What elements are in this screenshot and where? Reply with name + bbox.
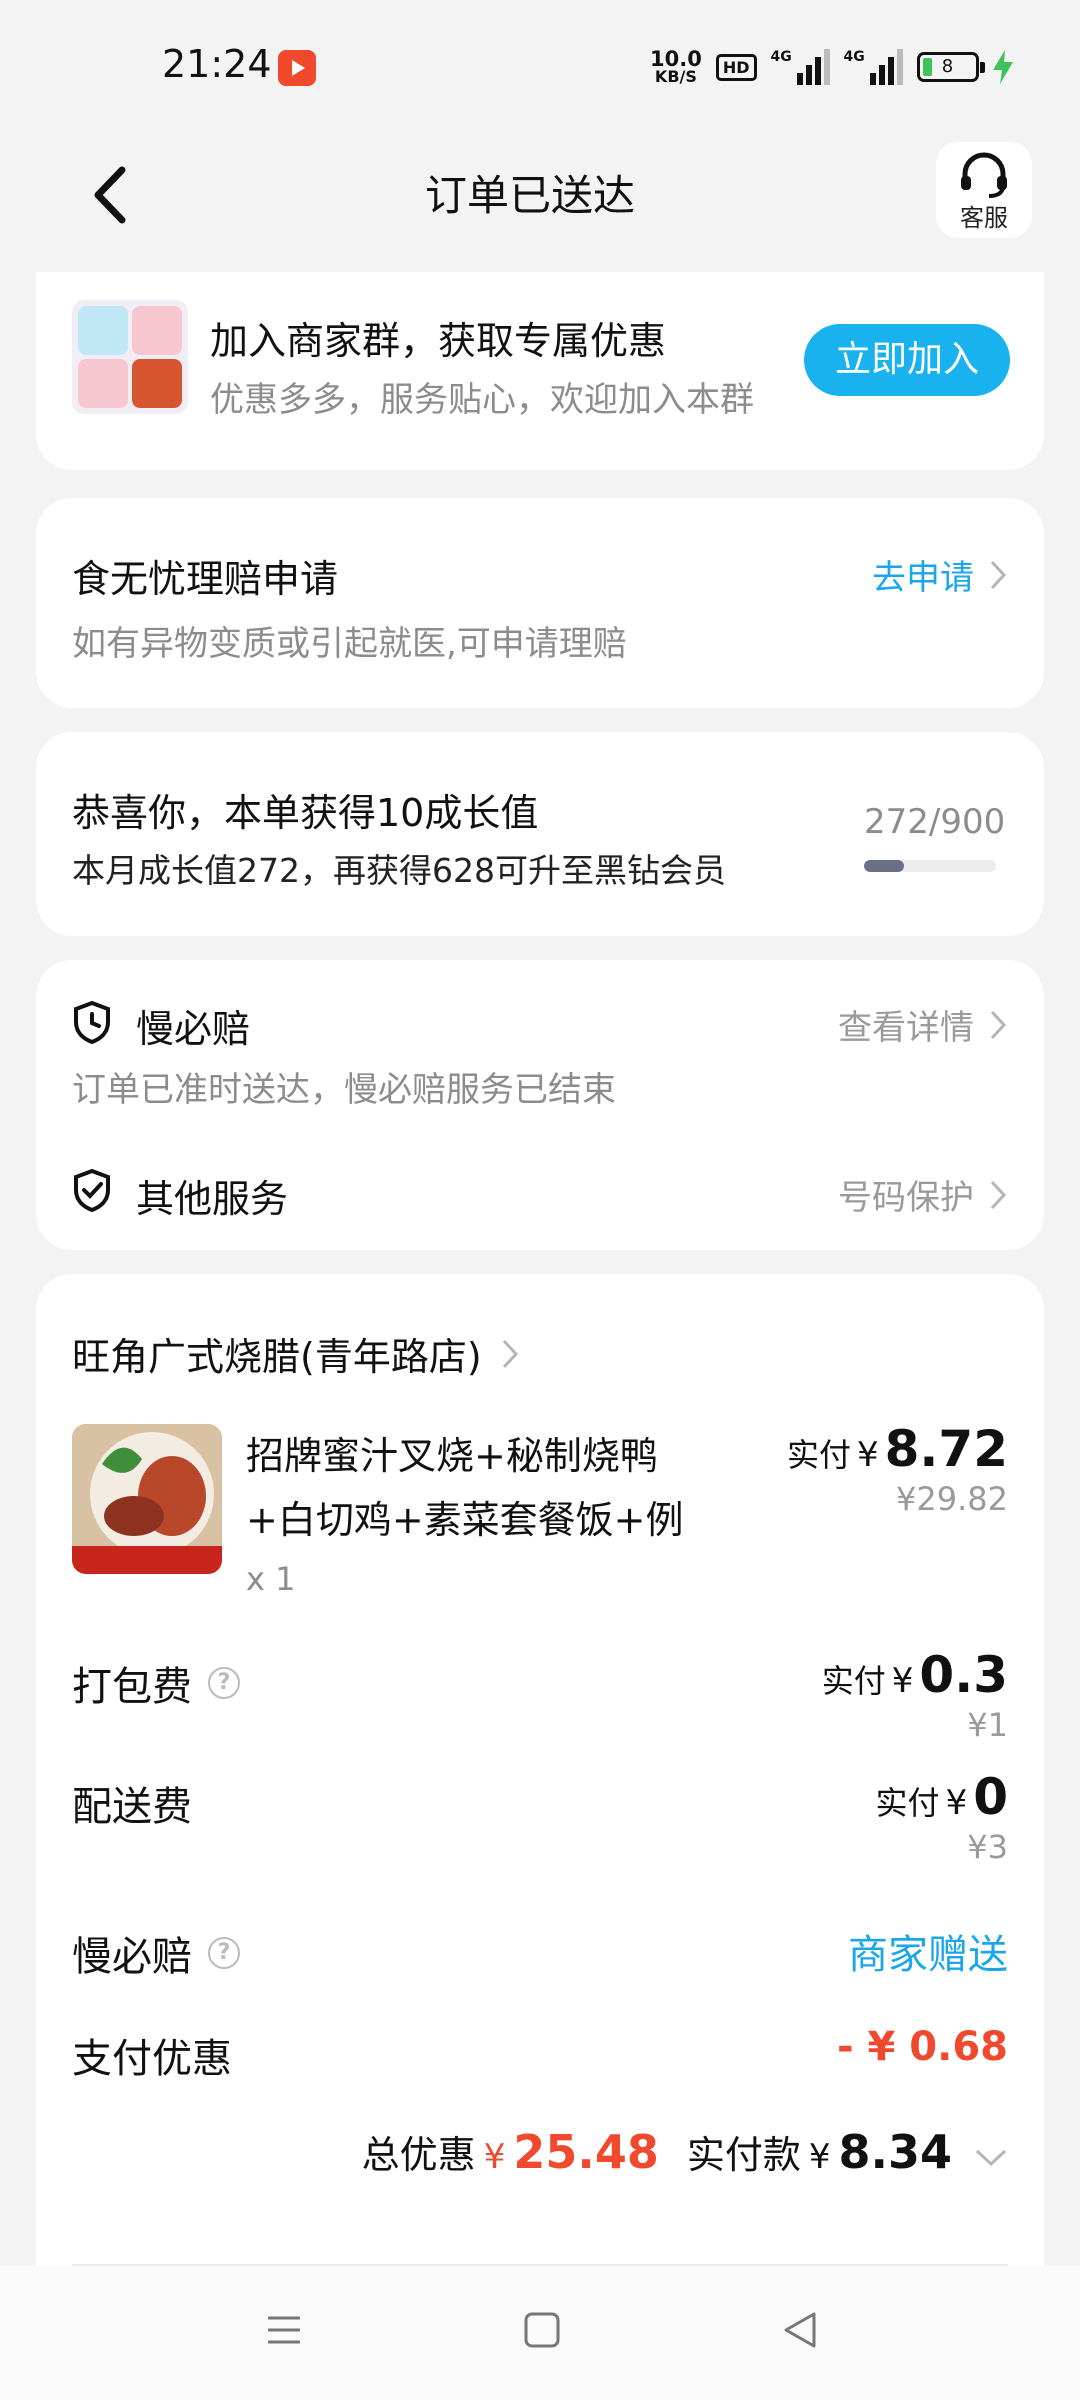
- customer-service-label: 客服: [960, 204, 1008, 232]
- slow-pay-details-label: 查看详情: [838, 1008, 974, 1048]
- delivery-fee-original: ¥3: [967, 1828, 1008, 1866]
- shield-check-icon: [74, 1168, 110, 1212]
- system-navigation-bar: [0, 2266, 1080, 2400]
- slow-pay-fee-text: 慢必赔: [72, 1934, 192, 1980]
- packing-fee-original: ¥1: [967, 1706, 1008, 1744]
- food-image[interactable]: [72, 1424, 222, 1574]
- chevron-right-icon: [990, 1180, 1007, 1209]
- paid-label: 实付: [875, 1784, 940, 1822]
- slow-pay-fee-label: 慢必赔 ?: [72, 1924, 240, 1982]
- network-speed-unit: KB/S: [654, 67, 697, 86]
- order-detail-card: 旺角广式烧腊(青年路店) 招牌蜜汁叉烧+秘制烧鸭+白切鸡+素菜套餐饭+例汤 x …: [36, 1274, 1044, 2274]
- growth-progress-fill: [864, 860, 904, 872]
- signal-label: 4G: [770, 49, 792, 65]
- actual-paid-value: 8.34: [838, 2125, 953, 2179]
- food-photo: [72, 1424, 222, 1574]
- growth-subtitle: 本月成长值272，再获得628可升至黑钻会员: [72, 851, 726, 890]
- currency-symbol: ¥: [808, 2137, 831, 2177]
- total-discount-label: 总优惠: [361, 2133, 476, 2177]
- slow-pay-note: 订单已准时送达，慢必赔服务已结束: [72, 1070, 616, 1110]
- order-totals[interactable]: 总优惠 ¥ 25.48 实付款 ¥ 8.34: [362, 2124, 1008, 2179]
- status-icons: 10.0 KB/S HD 4G 4G 8: [650, 44, 1013, 90]
- food-safety-title: 食无忧理赔申请: [72, 557, 339, 601]
- currency-symbol: ¥: [891, 1661, 914, 1701]
- payment-discount-value: - ¥ 0.68: [837, 2024, 1008, 2070]
- help-icon[interactable]: ?: [208, 1937, 240, 1969]
- food-safety-card[interactable]: 食无忧理赔申请 如有异物变质或引起就医,可申请理赔 去申请: [36, 498, 1044, 708]
- food-item-paid: 8.72: [884, 1420, 1008, 1478]
- paid-label: 实付: [786, 1436, 851, 1474]
- shop-name: 旺角广式烧腊(青年路店): [72, 1335, 482, 1379]
- delivery-fee-text: 配送费: [72, 1784, 192, 1830]
- screen-record-icon: [278, 50, 316, 86]
- signal-icon: 4G: [771, 49, 830, 85]
- chevron-right-icon: [990, 1010, 1007, 1039]
- apply-claim-link[interactable]: 去申请: [872, 550, 1008, 599]
- number-protection-label: 号码保护: [838, 1178, 974, 1218]
- food-item-original-price: ¥29.82: [896, 1480, 1008, 1518]
- chevron-right-icon: [990, 560, 1007, 589]
- apply-claim-label: 去申请: [872, 558, 974, 598]
- chevron-down-icon: [975, 2149, 1007, 2167]
- menu-icon[interactable]: [264, 2310, 304, 2350]
- status-time: 21:24: [162, 42, 272, 86]
- delivery-fee-label: 配送费: [72, 1774, 192, 1832]
- network-speed-value: 10.0: [650, 47, 702, 71]
- merchant-group-card[interactable]: 加入商家群，获取专属优惠 优惠多多，服务贴心，欢迎加入本群 立即加入: [36, 272, 1044, 470]
- merchant-group-subtitle: 优惠多多，服务贴心，欢迎加入本群: [210, 380, 754, 420]
- home-icon[interactable]: [522, 2310, 562, 2350]
- packing-fee-paid: 0.3: [919, 1646, 1008, 1704]
- merchant-group-avatar: [72, 300, 188, 414]
- back-nav-icon[interactable]: [780, 2310, 820, 2350]
- charging-icon: [992, 50, 1013, 84]
- food-item-name[interactable]: 招牌蜜汁叉烧+秘制烧鸭+白切鸡+素菜套餐饭+例汤: [246, 1424, 716, 1552]
- navigation-bar: 订单已送达 客服: [0, 130, 1080, 270]
- packing-fee-price: 实付 ¥ 0.3 ¥1: [822, 1646, 1008, 1744]
- merchant-gift-label: 商家赠送: [848, 1932, 1008, 1978]
- packing-fee-label: 打包费 ?: [72, 1654, 240, 1712]
- payment-discount-label: 支付优惠: [72, 2026, 232, 2084]
- number-protection-link[interactable]: 号码保护: [838, 1170, 1008, 1219]
- growth-progress-text: 272/900: [864, 802, 1006, 842]
- customer-service-button[interactable]: 客服: [936, 142, 1032, 238]
- actual-paid-label: 实付款: [686, 2133, 801, 2177]
- services-card: 慢必赔 查看详情 订单已准时送达，慢必赔服务已结束 其他服务 号码保护: [36, 960, 1044, 1250]
- signal-icon-2: 4G: [844, 49, 903, 85]
- help-icon[interactable]: ?: [208, 1667, 240, 1699]
- chevron-right-icon: [502, 1339, 518, 1368]
- currency-symbol: ¥: [945, 1783, 968, 1823]
- growth-title: 恭喜你，本单获得10成长值: [72, 791, 539, 835]
- currency-symbol: ¥: [483, 2137, 506, 2177]
- battery-level: 8: [941, 56, 954, 77]
- shop-name-link[interactable]: 旺角广式烧腊(青年路店): [72, 1326, 520, 1381]
- other-services-title: 其他服务: [136, 1177, 289, 1221]
- growth-card: 恭喜你，本单获得10成长值 本月成长值272，再获得628可升至黑钻会员 272…: [36, 732, 1044, 936]
- battery-icon: 8: [916, 52, 985, 82]
- food-item-quantity: x 1: [246, 1560, 296, 1598]
- headset-icon: [961, 152, 1007, 198]
- payment-discount-text: 支付优惠: [72, 2036, 232, 2082]
- packing-fee-text: 打包费: [72, 1664, 192, 1710]
- signal-label-2: 4G: [843, 49, 865, 65]
- delivery-fee-paid: 0: [973, 1768, 1008, 1826]
- total-discount-value: 25.48: [513, 2125, 659, 2179]
- paid-label: 实付: [821, 1662, 886, 1700]
- growth-progress-bar: [864, 860, 996, 872]
- currency-symbol: ¥: [856, 1435, 879, 1475]
- food-item-price: 实付 ¥ 8.72 ¥29.82: [787, 1420, 1008, 1518]
- status-bar: 21:24 10.0 KB/S HD 4G 4G 8: [0, 0, 1080, 130]
- food-safety-subtitle: 如有异物变质或引起就医,可申请理赔: [72, 624, 627, 664]
- delivery-fee-price: 实付 ¥ 0 ¥3: [876, 1768, 1008, 1866]
- join-group-button[interactable]: 立即加入: [804, 324, 1010, 396]
- merchant-group-title: 加入商家群，获取专属优惠: [210, 319, 667, 363]
- clock-shield-icon: [74, 1000, 110, 1044]
- slow-pay-title: 慢必赔: [136, 1007, 251, 1051]
- page-title: 订单已送达: [424, 171, 635, 220]
- network-speed: 10.0 KB/S: [650, 49, 702, 85]
- slow-pay-details-link[interactable]: 查看详情: [838, 1000, 1008, 1049]
- hd-icon: HD: [715, 53, 757, 81]
